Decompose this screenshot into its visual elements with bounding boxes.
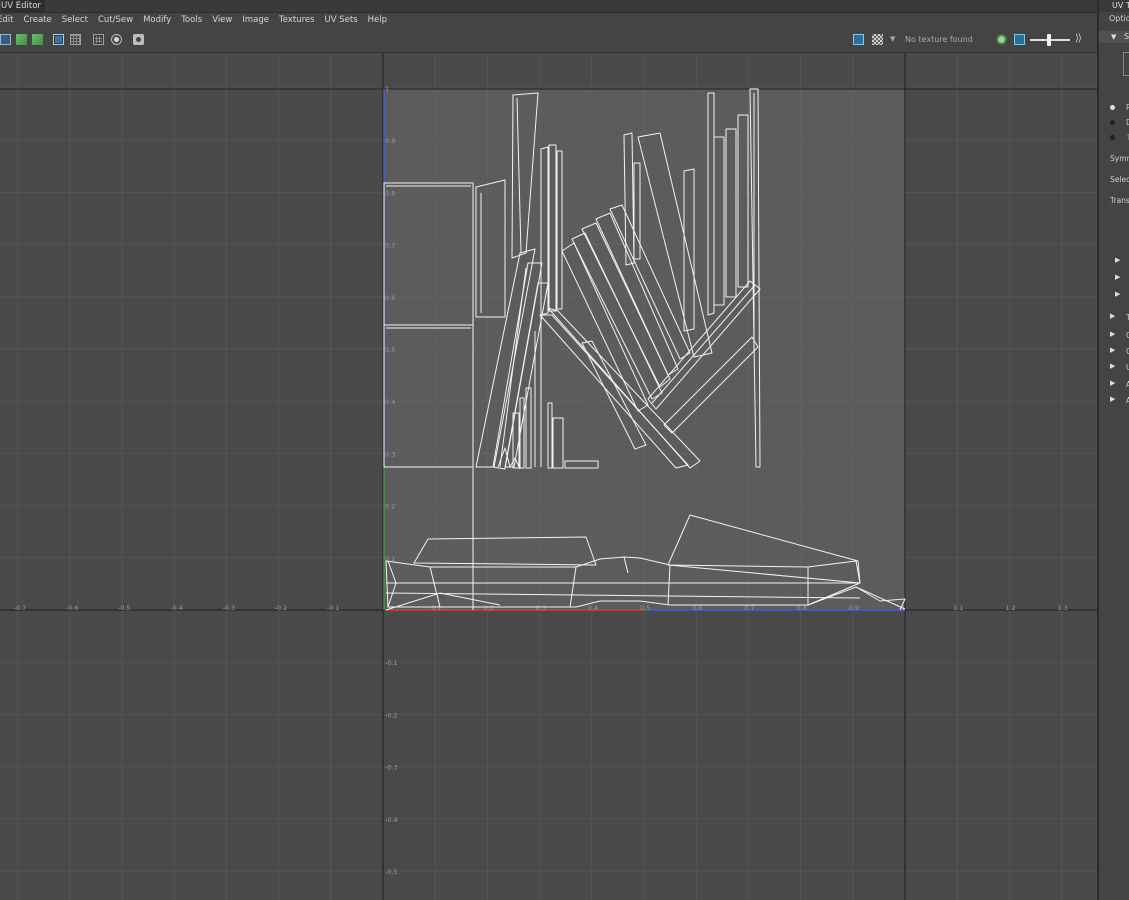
globe-icon[interactable] <box>996 34 1007 45</box>
v-tick-label: -0.1 <box>385 659 398 667</box>
v-tick-label: -0.4 <box>385 816 398 824</box>
v-tick-label: 0.7 <box>385 242 395 250</box>
uv-stack-icon[interactable] <box>32 34 43 45</box>
checker-map-icon[interactable] <box>872 34 883 45</box>
chevron-down-icon[interactable]: ▼ <box>890 35 895 43</box>
radio-button[interactable] <box>1110 135 1115 140</box>
v-tick-label: 0.5 <box>385 346 395 354</box>
image-exposure-icon[interactable] <box>1014 34 1025 45</box>
u-tick-label: 0.4 <box>588 604 598 612</box>
uv-selection-icon <box>1123 52 1129 76</box>
symmetry-label: Symm <box>1110 154 1129 163</box>
window-title: UV Editor <box>1 0 45 12</box>
uv-viewport[interactable]: -0.7 -0.6 -0.5 -0.4 -0.3 -0.2 -0.1 0.1 0.2 0.3 0.4… <box>0 53 1097 900</box>
display-image-icon[interactable] <box>853 34 864 45</box>
menu-select[interactable]: Select <box>57 13 93 27</box>
menu-edit[interactable]: Edit <box>0 13 18 27</box>
radio-button[interactable] <box>1110 120 1115 125</box>
u-tick-label: 1.2 <box>1005 604 1015 612</box>
transform-label: Trans <box>1110 196 1129 205</box>
u-tick-label: 0.5 <box>640 604 650 612</box>
chevron-right-icon[interactable]: ▶ <box>1115 256 1120 264</box>
v-tick-label: 1 <box>385 85 389 93</box>
radio-button[interactable] <box>1110 105 1115 110</box>
title-bar: UV Editor <box>0 0 1097 13</box>
u-tick-label: -0.6 <box>66 604 79 612</box>
menu-tools[interactable]: Tools <box>176 13 207 27</box>
v-tick-label: 0.9 <box>385 137 395 145</box>
v-tick-label: 0.3 <box>385 450 395 458</box>
u-tick-label: -0.4 <box>170 604 183 612</box>
v-tick-label: -0.2 <box>385 711 398 719</box>
uv-layout-icon[interactable] <box>16 34 27 45</box>
menu-view[interactable]: View <box>207 13 237 27</box>
chevron-right-icon[interactable]: ▶ <box>1110 362 1115 370</box>
u-tick-label: -0.3 <box>222 604 235 612</box>
u-tick-label: 1.3 <box>1058 604 1068 612</box>
menu-cut-sew[interactable]: Cut/Sew <box>93 13 138 27</box>
uv-editor-window: UV Editor Edit Create Select Cut/Sew Mod… <box>0 0 1097 900</box>
menu-bar: Edit Create Select Cut/Sew Modify Tools … <box>0 13 1097 27</box>
v-tick-label: 0.8 <box>385 189 395 197</box>
chevron-right-icon[interactable]: ▶ <box>1115 273 1120 281</box>
v-tick-label: -0.5 <box>385 868 398 876</box>
u-tick-label: 1.1 <box>953 604 963 612</box>
uv-toolkit-title: UV To <box>1099 0 1129 12</box>
menu-help[interactable]: Help <box>363 13 392 27</box>
shaded-uv-icon[interactable] <box>53 34 64 45</box>
uv-toolkit-options-menu[interactable]: Optio <box>1109 14 1129 23</box>
u-tick-label: -0.2 <box>275 604 288 612</box>
v-tick-label: 0.2 <box>385 503 395 511</box>
chevron-right-icon[interactable]: ▶ <box>1115 290 1120 298</box>
distortion-icon[interactable] <box>70 34 81 45</box>
selection-section-header[interactable]: ▼ S <box>1099 31 1129 43</box>
menu-textures[interactable]: Textures <box>274 13 320 27</box>
expand-toolbar-icon[interactable]: ⟩⟩ <box>1075 33 1082 44</box>
selection-label: Selec <box>1110 175 1129 184</box>
chevron-right-icon[interactable]: ▶ <box>1110 379 1115 387</box>
chevron-right-icon[interactable]: ▶ <box>1110 330 1115 338</box>
uv-shell-select-icon[interactable] <box>0 34 11 45</box>
v-tick-label: -0.3 <box>385 764 398 772</box>
chevron-down-icon: ▼ <box>1111 33 1117 41</box>
menu-image[interactable]: Image <box>237 13 274 27</box>
exposure-slider-handle[interactable] <box>1047 34 1051 46</box>
selection-section-label: S <box>1124 32 1129 41</box>
chevron-right-icon[interactable]: ▶ <box>1110 312 1115 320</box>
chevron-right-icon[interactable]: ▶ <box>1110 346 1115 354</box>
u-tick-label: -0.7 <box>14 604 27 612</box>
u-tick-label: 0.3 <box>536 604 546 612</box>
v-tick-label: 0.6 <box>385 294 395 302</box>
u-tick-label: -0.1 <box>327 604 340 612</box>
uv-toolkit-panel: UV To Optio ▼ S P D T Symm Selec Trans ▶… <box>1097 0 1129 900</box>
u-tick-label: 0.2 <box>483 604 493 612</box>
u-tick-label: 0.9 <box>849 604 859 612</box>
menu-uv-sets[interactable]: UV Sets <box>320 13 363 27</box>
chevron-right-icon[interactable]: ▶ <box>1110 395 1115 403</box>
snapshot-camera-icon[interactable] <box>133 34 144 45</box>
u-tick-label: -0.5 <box>118 604 131 612</box>
pixel-snap-icon[interactable] <box>111 34 122 45</box>
grid-toggle-icon[interactable] <box>93 34 104 45</box>
uv-toolbar: ▼ No texture found ⟩⟩ <box>0 28 1097 53</box>
texture-status-label: No texture found <box>905 35 973 44</box>
menu-create[interactable]: Create <box>18 13 56 27</box>
menu-modify[interactable]: Modify <box>138 13 176 27</box>
v-tick-label: 0.4 <box>385 398 395 406</box>
